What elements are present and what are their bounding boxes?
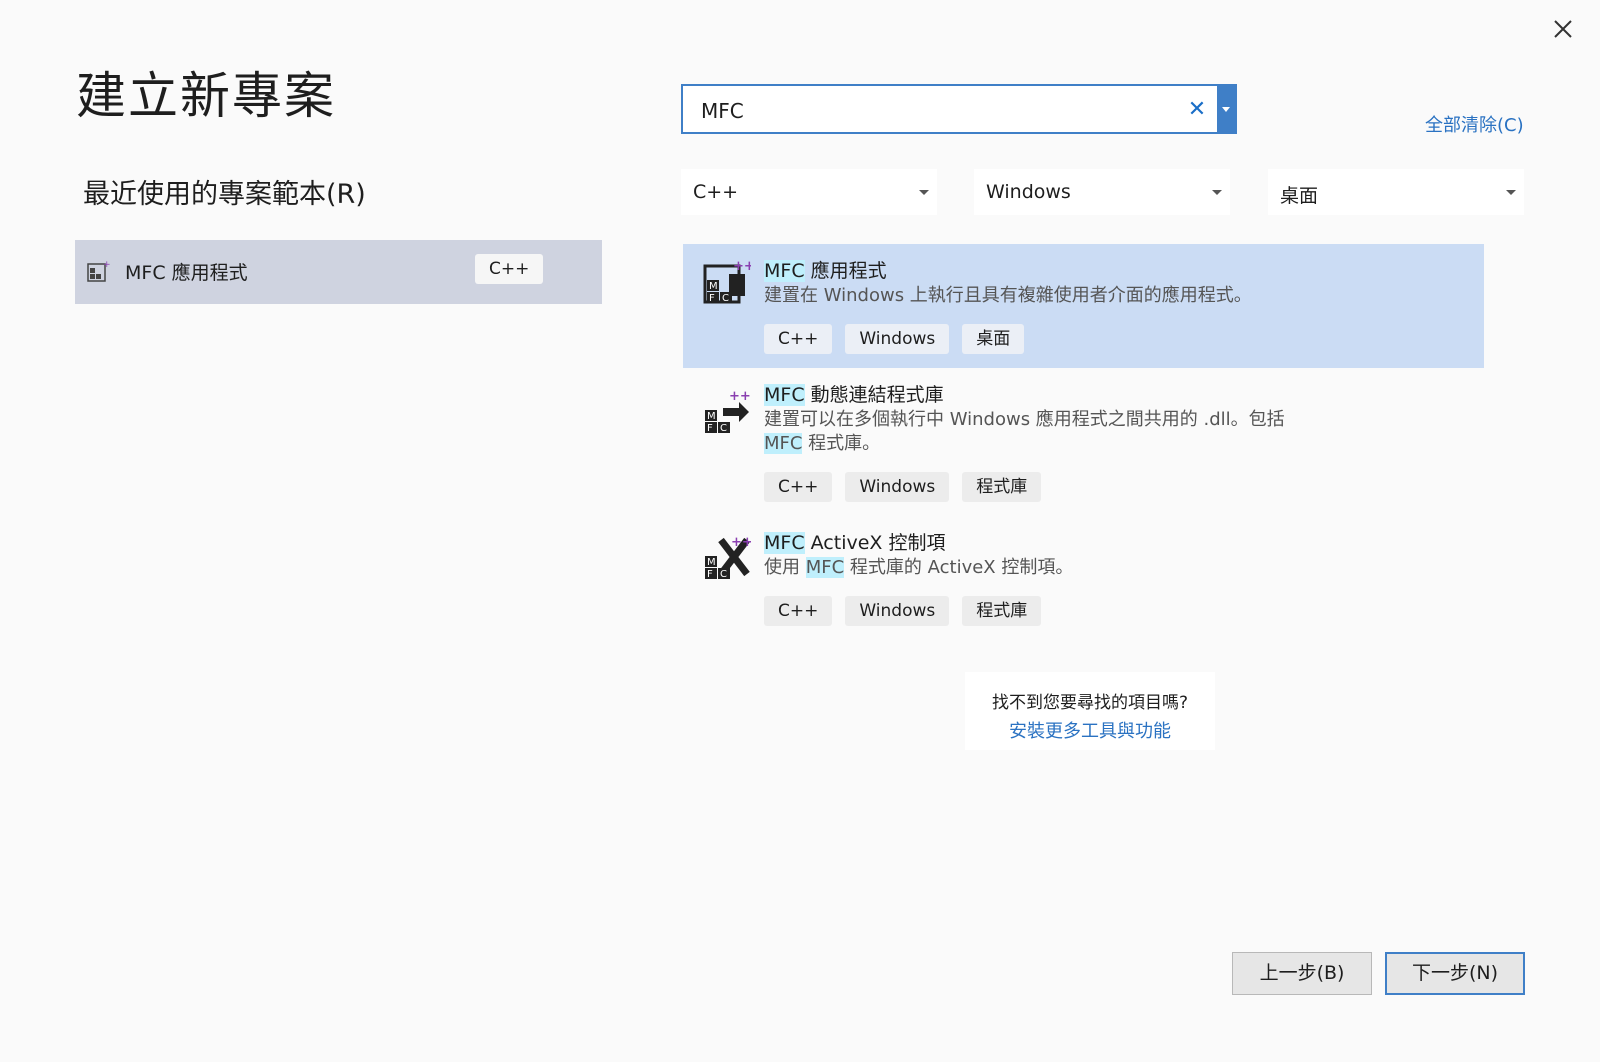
template-tag: 程式庫	[962, 596, 1042, 626]
recent-template-tag: C++	[475, 254, 544, 284]
search-box[interactable]: ✕	[681, 84, 1237, 134]
recent-templates-heading: 最近使用的專案範本(R)	[83, 179, 366, 210]
chevron-down-icon	[919, 190, 929, 195]
template-description: 建置在 Windows 上執行且具有複雜使用者介面的應用程式。	[764, 285, 1252, 306]
next-button[interactable]: 下一步(N)	[1385, 952, 1525, 995]
template-description: 使用 MFC 程式庫的 ActiveX 控制項。	[764, 557, 1074, 578]
page-title: 建立新專案	[76, 67, 336, 125]
svg-text:M: M	[707, 411, 716, 422]
template-tag: C++	[764, 596, 833, 626]
svg-text:M: M	[709, 281, 718, 292]
template-description: 建置可以在多個執行中 Windows 應用程式之間共用的 .dll。包括 MFC …	[764, 409, 1285, 454]
svg-text:C: C	[720, 423, 727, 434]
template-name: MFC 動態連結程式庫	[764, 384, 944, 406]
platform-filter-value: Windows	[986, 181, 1071, 203]
template-result-mfc-app[interactable]: M F C ++ MFC 應用程式 建置在 Windows 上執行且具有複雜使用…	[683, 244, 1484, 368]
svg-text:M: M	[707, 557, 716, 568]
not-found-question: 找不到您要尋找的項目嗎?	[991, 693, 1189, 713]
svg-text:F: F	[707, 423, 713, 434]
mfc-app-icon: M F C ++	[703, 259, 751, 304]
recent-template-item[interactable]: ++ MFC 應用程式 C++	[75, 240, 602, 304]
mfc-dll-icon: M F C ++	[705, 389, 751, 434]
close-icon	[1554, 20, 1572, 38]
platform-filter-dropdown[interactable]: Windows	[974, 169, 1230, 215]
svg-text:++: ++	[103, 260, 111, 270]
search-history-dropdown[interactable]	[1217, 86, 1235, 132]
mfc-app-icon: ++	[87, 260, 111, 282]
svg-text:++: ++	[731, 535, 751, 550]
template-tag: Windows	[845, 596, 950, 626]
svg-text:F: F	[709, 293, 715, 304]
recent-template-label: MFC 應用程式	[125, 262, 248, 284]
template-tag: 桌面	[962, 324, 1025, 354]
project-type-filter-dropdown[interactable]: 桌面	[1268, 169, 1524, 215]
svg-text:++: ++	[729, 389, 751, 404]
mfc-activex-icon: M F C ++	[705, 535, 751, 580]
chevron-down-icon	[1212, 190, 1222, 195]
project-type-filter-value: 桌面	[1280, 185, 1319, 207]
search-clear-icon[interactable]: ✕	[1185, 96, 1209, 124]
template-tag: Windows	[845, 324, 950, 354]
chevron-down-icon	[1506, 190, 1516, 195]
search-input[interactable]	[699, 96, 1183, 126]
template-tag: C++	[764, 324, 833, 354]
template-name: MFC ActiveX 控制項	[764, 532, 946, 554]
template-tag: Windows	[845, 472, 950, 502]
template-tag: 程式庫	[962, 472, 1042, 502]
language-filter-dropdown[interactable]: C++	[681, 169, 937, 215]
template-name: MFC 應用程式	[764, 260, 887, 282]
svg-text:C: C	[722, 293, 729, 304]
language-filter-value: C++	[693, 181, 739, 203]
svg-text:F: F	[707, 569, 713, 580]
not-found-panel: 找不到您要尋找的項目嗎? 安裝更多工具與功能	[965, 672, 1215, 750]
template-tag: C++	[764, 472, 833, 502]
close-button[interactable]	[1548, 14, 1578, 44]
svg-text:C: C	[720, 569, 727, 580]
template-result-mfc-dll[interactable]: M F C ++ MFC 動態連結程式庫 建置可以在多個執行中 Windows …	[683, 374, 1484, 514]
install-more-tools-link[interactable]: 安裝更多工具與功能	[965, 717, 1215, 743]
template-result-mfc-activex[interactable]: M F C ++ MFC ActiveX 控制項 使用 MFC 程式庫的 Act…	[683, 520, 1484, 638]
clear-all-link[interactable]: 全部清除(C)	[1425, 111, 1524, 137]
back-button[interactable]: 上一步(B)	[1232, 952, 1372, 995]
svg-text:++: ++	[733, 259, 751, 274]
